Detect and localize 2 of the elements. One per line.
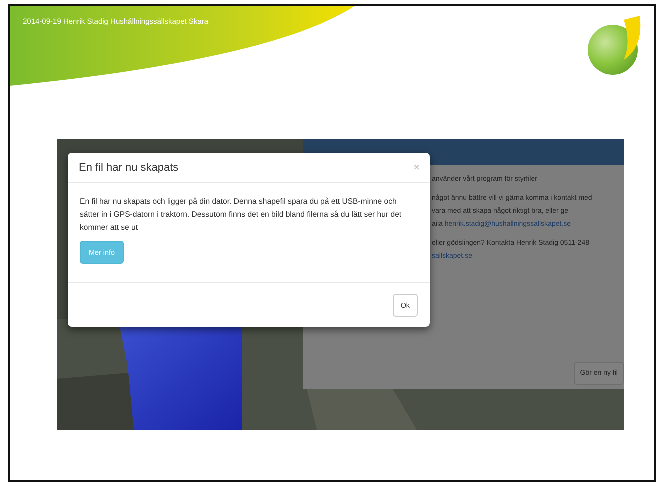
dialog-title: En fil har nu skapats xyxy=(79,162,179,174)
close-button[interactable]: × xyxy=(414,162,420,174)
